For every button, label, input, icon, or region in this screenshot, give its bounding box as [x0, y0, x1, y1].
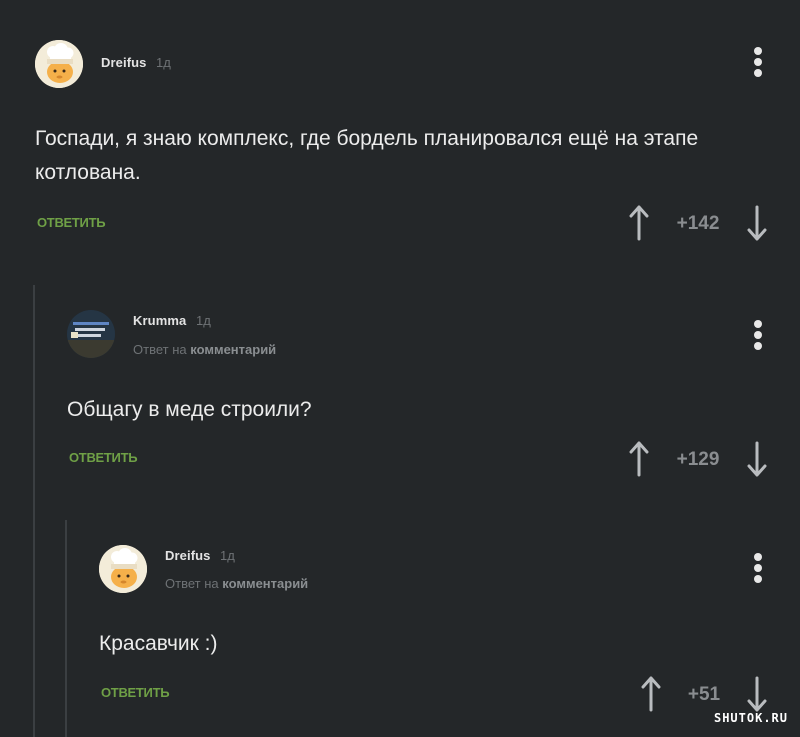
- comment-3: Dreifus 1д Ответ на комментарий Красавчи…: [0, 0, 800, 737]
- reply-to-label: Ответ на комментарий: [165, 576, 308, 591]
- avatar[interactable]: [99, 545, 147, 593]
- more-options-icon[interactable]: [748, 551, 768, 585]
- downvote-arrow-icon[interactable]: [747, 676, 767, 712]
- reply-target-link[interactable]: комментарий: [222, 576, 308, 591]
- author-name[interactable]: Dreifus: [165, 548, 211, 563]
- upvote-arrow-icon[interactable]: [641, 676, 661, 712]
- timestamp: 1д: [220, 548, 235, 563]
- comment-text: Красавчик :): [99, 632, 218, 655]
- chef-avatar-icon: [99, 545, 147, 593]
- vote-score: +51: [687, 684, 721, 705]
- watermark: SHUTOK.RU: [713, 711, 788, 725]
- reply-prefix: Ответ на: [165, 576, 219, 591]
- reply-button[interactable]: ОТВЕТИТЬ: [101, 685, 170, 700]
